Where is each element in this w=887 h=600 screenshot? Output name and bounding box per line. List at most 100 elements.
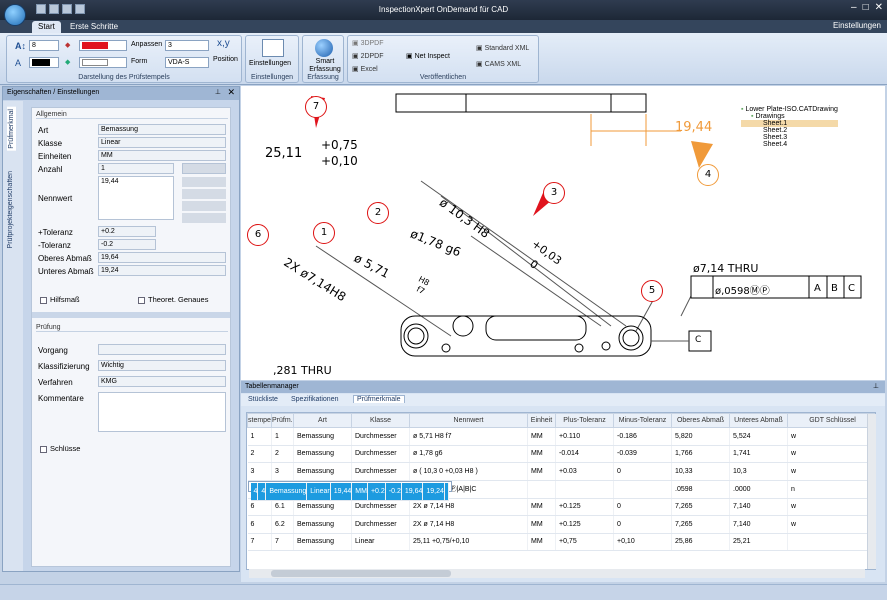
properties-panel-header: Eigenschaften / Einstellungen ⊥ ✕ xyxy=(3,87,239,100)
table-row[interactable]: 4 4 Bemassung Linear 19,44 MM +0.2 -0.2 19,64 19,… xyxy=(247,480,452,501)
verfahren-select[interactable]: KMG xyxy=(98,376,226,387)
table-cell: +0.125 xyxy=(555,498,614,516)
column-header[interactable]: Art xyxy=(293,413,352,428)
tab-spezifikationen[interactable]: Spezifikationen xyxy=(291,396,338,403)
minimize-icon[interactable]: – xyxy=(851,2,857,13)
column-header[interactable]: Klasse xyxy=(351,413,410,428)
tree-item-sheet1[interactable]: Sheet.1 xyxy=(741,120,838,127)
table-row[interactable]: 6 6.1 Bemassung Durchmesser 2X ø 7,14 H8 MM +0… xyxy=(247,498,875,516)
pub-excel-button[interactable]: ▣ Excel xyxy=(352,65,378,73)
balloon-5[interactable]: 5 xyxy=(641,280,663,302)
balloon-7[interactable]: 7 xyxy=(305,96,327,118)
close-icon[interactable]: ✕ xyxy=(875,2,883,13)
tree-item-drawings[interactable]: ▪ Drawings xyxy=(741,113,838,120)
tree-item-sheet2[interactable]: Sheet.2 xyxy=(741,127,838,134)
table-cell: +0.125 xyxy=(555,515,614,534)
column-header[interactable]: Unteres Abmaß xyxy=(729,413,788,428)
drawing-canvas[interactable]: 7 2 3 1 6 4 5 25,11 +0,75 +0,10 19,44 ø … xyxy=(241,86,885,380)
maximize-icon[interactable]: □ xyxy=(863,2,869,13)
balloon-4[interactable]: 4 xyxy=(697,164,719,186)
table-row[interactable]: 3 3 Bemassung Durchmesser ø ( 10,3 0 +0,03 H… xyxy=(247,462,875,481)
tab-start[interactable]: Start xyxy=(32,21,61,33)
position-button[interactable]: Position xyxy=(213,56,238,63)
symbol-button-1[interactable] xyxy=(182,177,226,187)
tm-pin-icon[interactable]: ⊥ xyxy=(873,382,879,390)
column-header[interactable]: Minus-Toleranz xyxy=(613,413,672,428)
column-header[interactable]: GDT Schlüssel xyxy=(787,413,875,428)
art-select[interactable]: Bemassung xyxy=(98,124,226,135)
adjust-select[interactable]: 3 xyxy=(165,40,209,51)
theoret-genaues-checkbox[interactable]: Theoret. Genaues xyxy=(138,295,208,304)
settings-button[interactable]: Einstellungen xyxy=(249,60,291,67)
symbol-button-3[interactable] xyxy=(182,201,226,211)
table-cell: MM xyxy=(527,498,556,516)
app-menu-button[interactable] xyxy=(4,4,26,26)
tree-item-root[interactable]: ▪ Lower Plate-ISO.CATDrawing xyxy=(741,106,838,113)
column-header[interactable]: Prüfm.N xyxy=(271,413,294,428)
table-row[interactable]: 2 2 Bemassung Durchmesser ø 1,78 g6 MM -0.014-… xyxy=(247,445,875,463)
anzahl-stepper[interactable] xyxy=(182,163,226,174)
table-cell: 2 xyxy=(271,445,294,463)
field-label-minus-tol: -Toleranz xyxy=(38,241,71,250)
table-row[interactable]: 1 1 Bemassung Durchmesser ø 5,71 H8 f7 MM +0.1… xyxy=(247,427,875,446)
minus-tol-field[interactable]: -0.2 xyxy=(98,239,156,250)
form-select[interactable]: VDA-S xyxy=(165,57,209,68)
table-cell: Bemassung xyxy=(293,498,352,516)
vorgang-select[interactable] xyxy=(98,344,226,355)
tab-pruefmerkmale[interactable]: Prüfmerkmale xyxy=(353,395,405,403)
grid-hscroll-thumb[interactable] xyxy=(271,570,451,577)
pub-netinspect-button[interactable]: ▣ Net Inspect xyxy=(406,52,450,60)
column-header[interactable]: Oberes Abmaß xyxy=(671,413,730,428)
plus-tol-field[interactable]: +0.2 xyxy=(98,226,156,237)
tab-pruefmerkmal[interactable]: Prüfmerkmal xyxy=(7,107,16,151)
balloon-6[interactable]: 6 xyxy=(247,224,269,246)
undo-icon[interactable] xyxy=(75,4,85,14)
line-color-select[interactable] xyxy=(79,57,127,68)
symbol-button-4[interactable] xyxy=(182,213,226,223)
grid-horizontal-scrollbar[interactable] xyxy=(249,569,865,578)
balloon-3[interactable]: 3 xyxy=(543,182,565,204)
form-label: Form xyxy=(131,58,148,65)
klasse-select[interactable]: Linear xyxy=(98,137,226,148)
field-label-nennwert: Nennwert xyxy=(38,194,73,203)
kommentare-field[interactable] xyxy=(98,392,226,432)
tree-item-sheet3[interactable]: Sheet.3 xyxy=(741,134,838,141)
save-icon[interactable] xyxy=(62,4,72,14)
balloon-1[interactable]: 1 xyxy=(313,222,335,244)
tree-item-sheet4[interactable]: Sheet.4 xyxy=(741,141,838,148)
tab-pruefprojekteigenschaften[interactable]: Prüfprojekteigenschaften xyxy=(7,171,14,248)
unteres-field[interactable]: 19,24 xyxy=(98,265,226,276)
symbol-button-2[interactable] xyxy=(182,189,226,199)
klassifizierung-select[interactable]: Wichtig xyxy=(98,360,226,371)
table-cell: 4 xyxy=(257,482,267,501)
font-color-select[interactable] xyxy=(29,57,59,68)
pub-standardxml-button[interactable]: ▣ Standard XML xyxy=(476,44,529,52)
column-header[interactable]: Plus-Toleranz xyxy=(555,413,614,428)
pub-3dpdf-button[interactable]: ▣ 3DPDF xyxy=(352,39,384,47)
grid-vertical-scrollbar[interactable] xyxy=(867,414,876,569)
table-row[interactable]: 7 7 Bemassung Linear 25,11 +0,75/+0,10 MM +0,7… xyxy=(247,533,875,551)
close-panel-icon[interactable]: ✕ xyxy=(227,87,235,98)
column-header[interactable]: Einheit xyxy=(527,413,556,428)
open-icon[interactable] xyxy=(49,4,59,14)
hilfsmass-checkbox[interactable]: Hilfsmaß xyxy=(40,295,80,304)
pin-icon[interactable]: ⊥ xyxy=(215,88,221,96)
pub-2dpdf-button[interactable]: ▣ 2DPDF xyxy=(352,52,384,60)
pub-camsxml-button[interactable]: ▣ CAMS XML xyxy=(476,60,521,68)
nennwert-field[interactable]: 19,44 xyxy=(98,176,174,220)
table-row[interactable]: 6 6.2 Bemassung Durchmesser 2X ø 7,14 H8 MM +0… xyxy=(247,515,875,534)
new-icon[interactable] xyxy=(36,4,46,14)
fill-color-select[interactable] xyxy=(79,40,127,51)
smart-capture-button[interactable]: Smart Erfassung xyxy=(308,58,342,74)
settings-menu[interactable]: Einstellungen xyxy=(833,21,881,30)
tab-stueckliste[interactable]: Stückliste xyxy=(248,396,278,403)
einheiten-field[interactable]: MM xyxy=(98,150,226,161)
schluesse-checkbox[interactable]: Schlüsse xyxy=(40,444,80,453)
column-header[interactable]: Nennwert xyxy=(409,413,528,428)
font-size-select[interactable]: 8 xyxy=(29,40,59,51)
tab-erste-schritte[interactable]: Erste Schritte xyxy=(64,21,124,33)
anzahl-field[interactable]: 1 xyxy=(98,163,174,174)
oberes-field[interactable]: 19,64 xyxy=(98,252,226,263)
column-header[interactable]: stempel xyxy=(247,413,272,428)
balloon-2[interactable]: 2 xyxy=(367,202,389,224)
